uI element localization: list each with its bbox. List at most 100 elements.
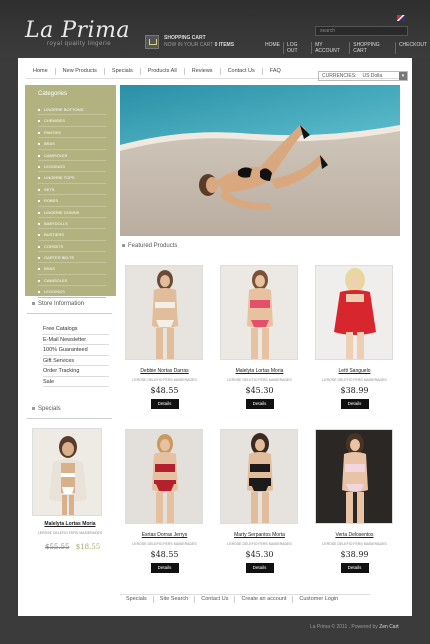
footer-links: Specials Site Search Contact Us Create a… xyxy=(120,594,370,603)
top-link-logout[interactable]: LOG OUT xyxy=(283,42,311,54)
product-name[interactable]: Malelyta Lortas Moria xyxy=(217,368,302,374)
details-button[interactable]: Details xyxy=(245,563,274,573)
product-desc: LEROSE DELEFIO FERS MASIERADES xyxy=(227,378,292,382)
category-item[interactable]: LINGERIE TOPS xyxy=(38,172,106,184)
category-item[interactable]: BRAS xyxy=(38,138,106,150)
details-button[interactable]: Details xyxy=(340,399,369,409)
top-link-home[interactable]: HOME xyxy=(262,42,283,54)
product-image[interactable] xyxy=(220,265,298,360)
product-desc: LEROSE DELEFIO FERS MASIERADES xyxy=(322,542,387,546)
category-item[interactable]: LINGERIE BOTTOMS xyxy=(38,104,106,116)
top-link-checkout[interactable]: CHECKOUT xyxy=(394,42,430,54)
category-item[interactable]: CAMISOLES xyxy=(38,150,106,161)
logo-text: La Prima xyxy=(25,18,131,43)
category-item[interactable]: ROBES xyxy=(38,195,106,207)
category-item[interactable]: LINGERIE GOWNS xyxy=(38,207,106,218)
special-product-desc: LEROSE DELEFIO FERS MASIERADES xyxy=(37,531,103,535)
product-image[interactable] xyxy=(315,265,393,360)
product-desc: LEROSE DELEFIO FERS MASIERADES xyxy=(227,542,292,546)
category-item[interactable]: GARTER BELTS xyxy=(38,252,106,264)
nav-new-products[interactable]: New Products xyxy=(54,68,104,75)
logo[interactable]: La Prima royal quality lingerie xyxy=(25,18,130,47)
product-card: Marty Serpantos Morta LEROSE DELEFIO FER… xyxy=(217,429,302,573)
currency-label: CURRENCIES: xyxy=(322,73,357,79)
hero-banner[interactable] xyxy=(120,85,400,236)
nav-reviews[interactable]: Reviews xyxy=(183,68,220,75)
nav-faq[interactable]: FAQ xyxy=(261,68,288,75)
store-info-link[interactable]: E-Mail Newsletter xyxy=(43,335,109,345)
page-content: Home New Products Specials Products All … xyxy=(18,58,412,616)
product-name[interactable]: Letti Sanguelo xyxy=(312,368,397,374)
special-product-image[interactable] xyxy=(32,428,102,516)
product-name[interactable]: Esrtas Dorras Jerrys xyxy=(122,532,207,538)
product-image[interactable] xyxy=(125,265,203,360)
product-desc: LEROSE DELEFIO FERS MASIERADES xyxy=(322,378,387,382)
shopping-cart-widget[interactable]: SHOPPING CART NOW IN YOUR CART 0 ITEMS xyxy=(145,35,234,49)
product-price: $38.99 xyxy=(340,550,369,559)
categories-title: Categories xyxy=(38,91,68,97)
specials-title: Specials xyxy=(32,406,61,412)
category-item[interactable]: CHEMISES xyxy=(38,115,106,127)
product-desc: LEROSE DELEFIO FERS MASIERADES xyxy=(132,378,197,382)
product-price: $45.30 xyxy=(245,550,274,559)
store-info-link[interactable]: Gift Services xyxy=(43,356,109,366)
product-card: Malelyta Lortas Moria LEROSE DELEFIO FER… xyxy=(217,265,302,409)
categories-box: Categories LINGERIE BOTTOMS CHEMISES PAN… xyxy=(25,85,116,298)
top-link-shopping-cart[interactable]: SHOPPING CART xyxy=(349,42,395,54)
category-item[interactable]: PANTIES xyxy=(38,127,106,139)
top-link-my-account[interactable]: MY ACCOUNT xyxy=(311,42,349,54)
category-item[interactable]: BUSTIERS xyxy=(38,229,106,241)
category-item[interactable]: LEGGINGS xyxy=(38,286,106,298)
currency-value: US Dolla xyxy=(362,73,383,79)
special-price: $55.55 $18.55 xyxy=(45,543,100,551)
copyright: La Prima © 2011 . Powered by Zen Cart xyxy=(310,624,399,630)
footer-link-site-search[interactable]: Site Search xyxy=(152,596,194,603)
divider xyxy=(27,313,112,314)
new-price: $18.55 xyxy=(75,543,101,551)
store-info-link[interactable]: 100% Guaranteed xyxy=(43,345,109,356)
product-image[interactable] xyxy=(125,429,203,524)
special-product-name[interactable]: Malelyta Lortas Moria xyxy=(35,521,105,527)
product-name[interactable]: Verta Delosentos xyxy=(312,532,397,538)
chevron-down-icon[interactable]: ▾ xyxy=(399,72,407,80)
details-button[interactable]: Details xyxy=(340,563,369,573)
footer-link-create-account[interactable]: Create an account xyxy=(234,596,292,603)
category-item[interactable]: CORSETS xyxy=(38,241,106,253)
category-item[interactable]: CAMISOLES xyxy=(38,275,106,287)
category-item[interactable]: SETS xyxy=(38,184,106,196)
product-name[interactable]: Debbie Nortas Darras xyxy=(122,368,207,374)
footer-link-contact-us[interactable]: Contact Us xyxy=(194,596,234,603)
details-button[interactable]: Details xyxy=(245,399,274,409)
product-price: $48.55 xyxy=(150,386,179,395)
powered-by-link[interactable]: Zen Cart xyxy=(379,624,398,630)
nav-products-all[interactable]: Products All xyxy=(139,68,184,75)
store-info-title: Store Information xyxy=(32,301,84,307)
store-info-list: Free Catalogs E-Mail Newsletter 100% Gua… xyxy=(43,324,109,387)
product-price: $45.30 xyxy=(245,386,274,395)
search-input[interactable]: search xyxy=(315,26,408,36)
details-button[interactable]: Details xyxy=(150,563,179,573)
product-card: Debbie Nortas Darras LEROSE DELEFIO FERS… xyxy=(122,265,207,409)
nav-home[interactable]: Home xyxy=(26,68,55,75)
category-item[interactable]: BABYDOLLS xyxy=(38,218,106,230)
product-image[interactable] xyxy=(315,429,393,524)
product-card: Esrtas Dorras Jerrys LEROSE DELEFIO FERS… xyxy=(122,429,207,573)
nav-contact-us[interactable]: Contact Us xyxy=(219,68,262,75)
category-item[interactable]: LEGGINGS xyxy=(38,161,106,173)
footer-link-customer-login[interactable]: Customer Login xyxy=(292,596,344,603)
store-info-link[interactable]: Sale xyxy=(43,377,109,387)
product-card: Letti Sanguelo LEROSE DELEFIO FERS MASIE… xyxy=(312,265,397,409)
details-button[interactable]: Details xyxy=(150,399,179,409)
product-name[interactable]: Marty Serpantos Morta xyxy=(217,532,302,538)
site-header: La Prima royal quality lingerie SHOPPING… xyxy=(0,0,430,58)
product-image[interactable] xyxy=(220,429,298,524)
store-info-link[interactable]: Free Catalogs xyxy=(43,324,109,335)
category-item[interactable]: BRAS xyxy=(38,263,106,275)
nav-specials[interactable]: Specials xyxy=(103,68,140,75)
top-links: HOME LOG OUT MY ACCOUNT SHOPPING CART CH… xyxy=(262,42,430,54)
category-list: LINGERIE BOTTOMS CHEMISES PANTIES BRAS C… xyxy=(25,104,116,298)
footer-link-specials[interactable]: Specials xyxy=(120,596,153,603)
store-info-link[interactable]: Order Tracking xyxy=(43,366,109,377)
language-flag-icon[interactable] xyxy=(397,15,405,21)
currency-select[interactable]: CURRENCIES: US Dolla ▾ xyxy=(318,71,408,81)
